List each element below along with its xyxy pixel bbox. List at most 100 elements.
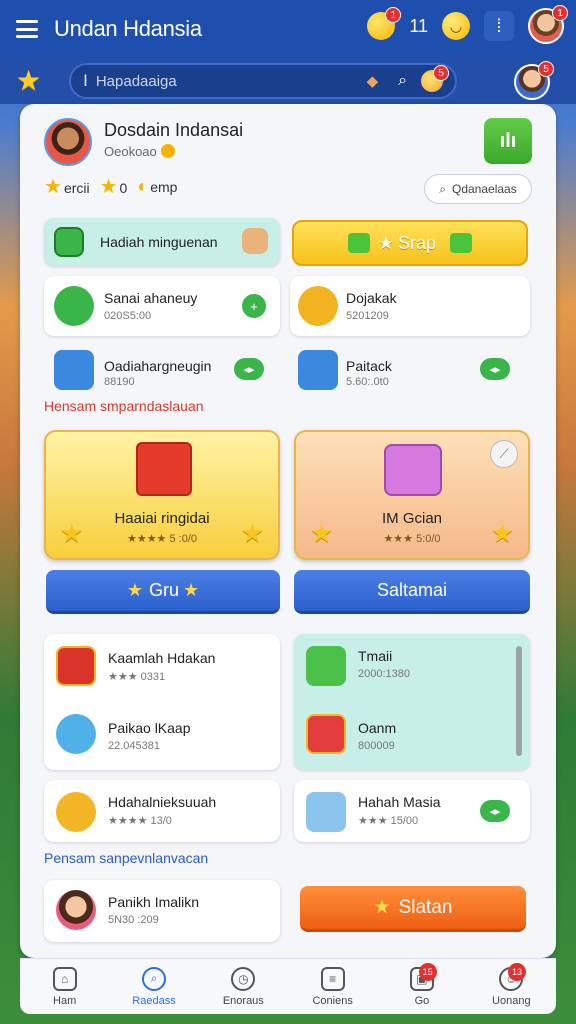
- home-icon: ⌂: [52, 966, 77, 991]
- nav-home[interactable]: ⌂ Ham: [20, 959, 109, 1014]
- item-title: Hahah Masia: [358, 794, 441, 810]
- item-subtitle: 88190: [104, 376, 135, 388]
- fruit-icon[interactable]: 5: [421, 65, 450, 92]
- arrows-icon[interactable]: ◂▸: [234, 358, 264, 380]
- nav-contents[interactable]: ≡ Coniens: [288, 959, 377, 1014]
- nav-label: Raedass: [132, 994, 176, 1007]
- list-item[interactable]: Dojakak 5201209: [290, 276, 530, 336]
- more-options-icon[interactable]: ⁞: [484, 11, 514, 41]
- stats-button[interactable]: ılı: [484, 118, 532, 164]
- section-heading: Hensam smparndaslauan: [44, 398, 204, 414]
- arrows-icon[interactable]: ◂▸: [480, 800, 510, 822]
- magnifier-icon[interactable]: ⌕: [398, 72, 407, 90]
- profile-stats: ★ ercii ★ 0 ◐ emp: [44, 176, 178, 198]
- nav-label: Uonang: [492, 994, 531, 1007]
- avatar: [56, 890, 96, 930]
- search-icon: ⌕: [439, 181, 446, 196]
- list-group: Kaamlah Hdakan ★★★ 0331 Paikao lKaap 22.…: [44, 634, 280, 770]
- item-rating: ★★★ 15/00: [358, 815, 419, 827]
- gem-icon: [450, 233, 473, 253]
- compass-icon: ◷: [231, 966, 256, 991]
- top-bar: Undan Hdansia 1 11 ◡ ⁞ 1: [0, 0, 576, 58]
- swap-button[interactable]: ★ Srap: [292, 220, 528, 266]
- nav-profile[interactable]: ☺ 13 Uonang: [467, 959, 556, 1014]
- weekly-reward-label: Hadiah minguenan: [100, 234, 218, 250]
- friend-avatar[interactable]: 5: [514, 61, 554, 100]
- list-item[interactable]: Hahah Masia ★★★ 15/00 ◂▸: [294, 780, 530, 842]
- item-title: Tmaii: [358, 648, 393, 664]
- star-icon: ★: [44, 176, 62, 198]
- search-icon: ⌕: [141, 966, 166, 991]
- list-icon: ≡: [320, 966, 345, 991]
- star-badge-icon: [54, 286, 94, 326]
- arrows-icon[interactable]: ◂▸: [480, 358, 510, 380]
- hamburger-menu-icon[interactable]: [16, 20, 38, 38]
- list-item[interactable]: Oadiahargneugin 88190 ◂▸: [44, 342, 280, 398]
- star-icon: ★: [240, 518, 264, 548]
- main-panel: Dosdain Indansai Oeokoao ılı ★ ercii ★ 0 ◐…: [20, 104, 556, 958]
- smiley-icon[interactable]: ◡: [442, 12, 470, 40]
- coin-count: 11: [409, 15, 428, 36]
- user-avatar[interactable]: 1: [528, 5, 568, 44]
- nav-search[interactable]: ⌕ Raedass: [109, 959, 198, 1014]
- profile-name: Dosdain Indansai: [104, 120, 244, 140]
- nav-label: Coniens: [312, 994, 353, 1007]
- star-icon: ★: [126, 580, 143, 600]
- item-rating: ★★★★ 13/0: [108, 815, 172, 827]
- item-title: Hdahalnieksuuah: [108, 794, 217, 810]
- profile-subtitle: Oeokoao: [104, 144, 175, 159]
- tag-icon[interactable]: ◆: [367, 72, 379, 90]
- list-item[interactable]: Sanai ahaneuy 020S5:00 +: [44, 276, 280, 336]
- item-subtitle: 5201209: [346, 310, 389, 322]
- nav-explore[interactable]: ◷ Enoraus: [199, 959, 288, 1014]
- search-placeholder: Hapadaaiga: [95, 72, 177, 90]
- save-button[interactable]: Saltamai: [294, 570, 530, 614]
- item-title: Kaamlah Hdakan: [108, 650, 216, 666]
- plus-icon[interactable]: +: [242, 294, 266, 318]
- start-button[interactable]: ★ Slatan: [300, 886, 526, 932]
- list-group: Tmaii 2000:1380 Oanm 800009: [294, 634, 530, 770]
- moon-coin-icon[interactable]: 1: [367, 7, 402, 40]
- drum-icon: [306, 714, 346, 754]
- section-heading: Pensam sanpevnlanvacan: [44, 850, 209, 866]
- weekly-reward-tile[interactable]: Hadiah minguenan: [44, 218, 280, 266]
- filter-button[interactable]: ⌕ Qdanaelaas: [424, 174, 532, 204]
- list-item[interactable]: Hdahalnieksuuah ★★★★ 13/0: [44, 780, 280, 842]
- chest-icon: [384, 444, 442, 496]
- profile-avatar[interactable]: [44, 118, 92, 166]
- star-icon: ★: [377, 232, 395, 253]
- star-icon: ★: [310, 518, 334, 548]
- item-subtitle: 5.60:.0t0: [346, 376, 389, 388]
- item-title: Oanm: [358, 720, 397, 736]
- nav-label: Ham: [53, 994, 77, 1007]
- nav-gifts[interactable]: ▣ 15 Go: [377, 959, 466, 1014]
- avatar-badge: 1: [552, 5, 568, 21]
- calendar-icon: [54, 227, 84, 257]
- item-title: Panikh Imalikn: [108, 894, 200, 910]
- item-rating: ★★★ 0331: [108, 671, 166, 683]
- moon-icon: ◐: [137, 176, 149, 196]
- bread-icon: [56, 792, 96, 832]
- friend-avatar-badge: 5: [538, 61, 554, 77]
- star-icon: ★: [60, 518, 84, 548]
- timer-icon[interactable]: ⟋: [490, 440, 518, 468]
- nav-badge: 15: [418, 963, 437, 981]
- star-icon: ★: [183, 580, 200, 600]
- gift-icon: [136, 442, 192, 496]
- item-title: Oadiahargneugin: [104, 358, 212, 374]
- star-icon: ★: [99, 176, 118, 198]
- list-item[interactable]: Paitack 5.60:.0t0 ◂▸: [290, 342, 530, 398]
- shell-icon: [56, 714, 96, 754]
- leaf-icon: [306, 646, 346, 686]
- favorites-star-icon[interactable]: ★: [16, 67, 41, 95]
- list-item[interactable]: Panikh Imalikn 5N30 :209: [44, 880, 280, 942]
- reward-card[interactable]: Haaiai ringidai ★★★★ 5 :0/0 ★ ★: [44, 430, 280, 560]
- group-button[interactable]: ★ Gru ★: [46, 570, 280, 614]
- search-cursor-icon: Ⅰ: [83, 73, 88, 90]
- hand-icon: [242, 228, 268, 254]
- scrollbar[interactable]: [516, 646, 522, 756]
- search-input[interactable]: Ⅰ Hapadaaiga ◆ ⌕ 5: [69, 63, 458, 99]
- bottom-nav: ⌂ Ham ⌕ Raedass ◷ Enoraus ≡ Coniens ▣ 15…: [20, 958, 556, 1014]
- item-subtitle: 22.045381: [108, 740, 160, 752]
- reward-card[interactable]: ⟋ IM Gcian ★★★ 5:0/0 ★ ★: [294, 430, 530, 560]
